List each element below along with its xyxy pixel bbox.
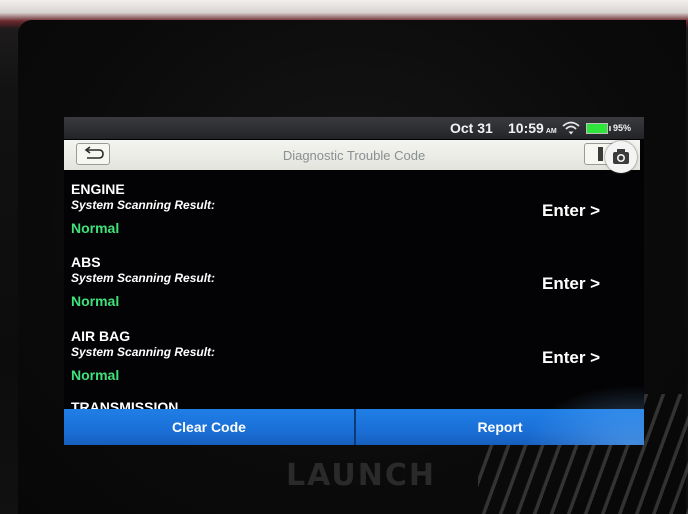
system-list[interactable]: ENGINE System Scanning Result: Normal En… xyxy=(64,177,644,409)
enter-button-air-bag[interactable]: Enter > xyxy=(542,348,600,368)
clear-code-button[interactable]: Clear Code xyxy=(64,409,354,445)
screenshot-camera-button[interactable] xyxy=(605,141,637,173)
status-date: Oct 31 xyxy=(450,120,493,136)
photo-background: LAUNCH Oct 31 10:59 AM 95% Diagnostic Tro… xyxy=(0,0,688,514)
report-button[interactable]: Report xyxy=(356,409,644,445)
enter-button-abs[interactable]: Enter > xyxy=(542,274,600,294)
system-result-label: System Scanning Result: xyxy=(71,271,216,285)
status-ampm: AM xyxy=(545,128,557,135)
status-time: 10:59 AM xyxy=(508,120,557,136)
system-status: Normal xyxy=(71,367,120,383)
title-bar: Diagnostic Trouble Code xyxy=(64,140,640,170)
enter-button-engine[interactable]: Enter > xyxy=(542,201,600,221)
system-name: AIR BAG xyxy=(71,328,131,344)
camera-icon xyxy=(613,149,629,164)
back-button[interactable] xyxy=(76,143,110,165)
status-bar: Oct 31 10:59 AM 95% xyxy=(64,117,644,139)
bottom-action-bar: Clear Code Report xyxy=(64,409,644,445)
back-arrow-icon xyxy=(84,146,104,159)
system-row-air-bag: AIR BAG System Scanning Result: Normal E… xyxy=(64,324,644,397)
system-result-label: System Scanning Result: xyxy=(71,345,216,359)
system-result-label: System Scanning Result: xyxy=(71,198,216,212)
system-row-abs: ABS System Scanning Result: Normal Enter… xyxy=(64,250,644,323)
system-name: ABS xyxy=(71,254,101,270)
system-row-engine: ENGINE System Scanning Result: Normal En… xyxy=(64,177,644,250)
device-brand-logo: LAUNCH xyxy=(286,458,437,493)
status-battery: 95% xyxy=(613,123,632,133)
system-name-transmission: TRANSMISSION xyxy=(71,399,179,409)
battery-icon xyxy=(586,123,611,134)
status-time-value: 10:59 xyxy=(508,120,544,136)
system-status: Normal xyxy=(71,293,120,309)
system-status: Normal xyxy=(71,220,120,236)
system-name: ENGINE xyxy=(71,181,125,197)
device-screen: Oct 31 10:59 AM 95% Diagnostic Trouble Co… xyxy=(64,117,644,445)
wifi-icon xyxy=(562,121,580,135)
page-title: Diagnostic Trouble Code xyxy=(282,148,426,163)
